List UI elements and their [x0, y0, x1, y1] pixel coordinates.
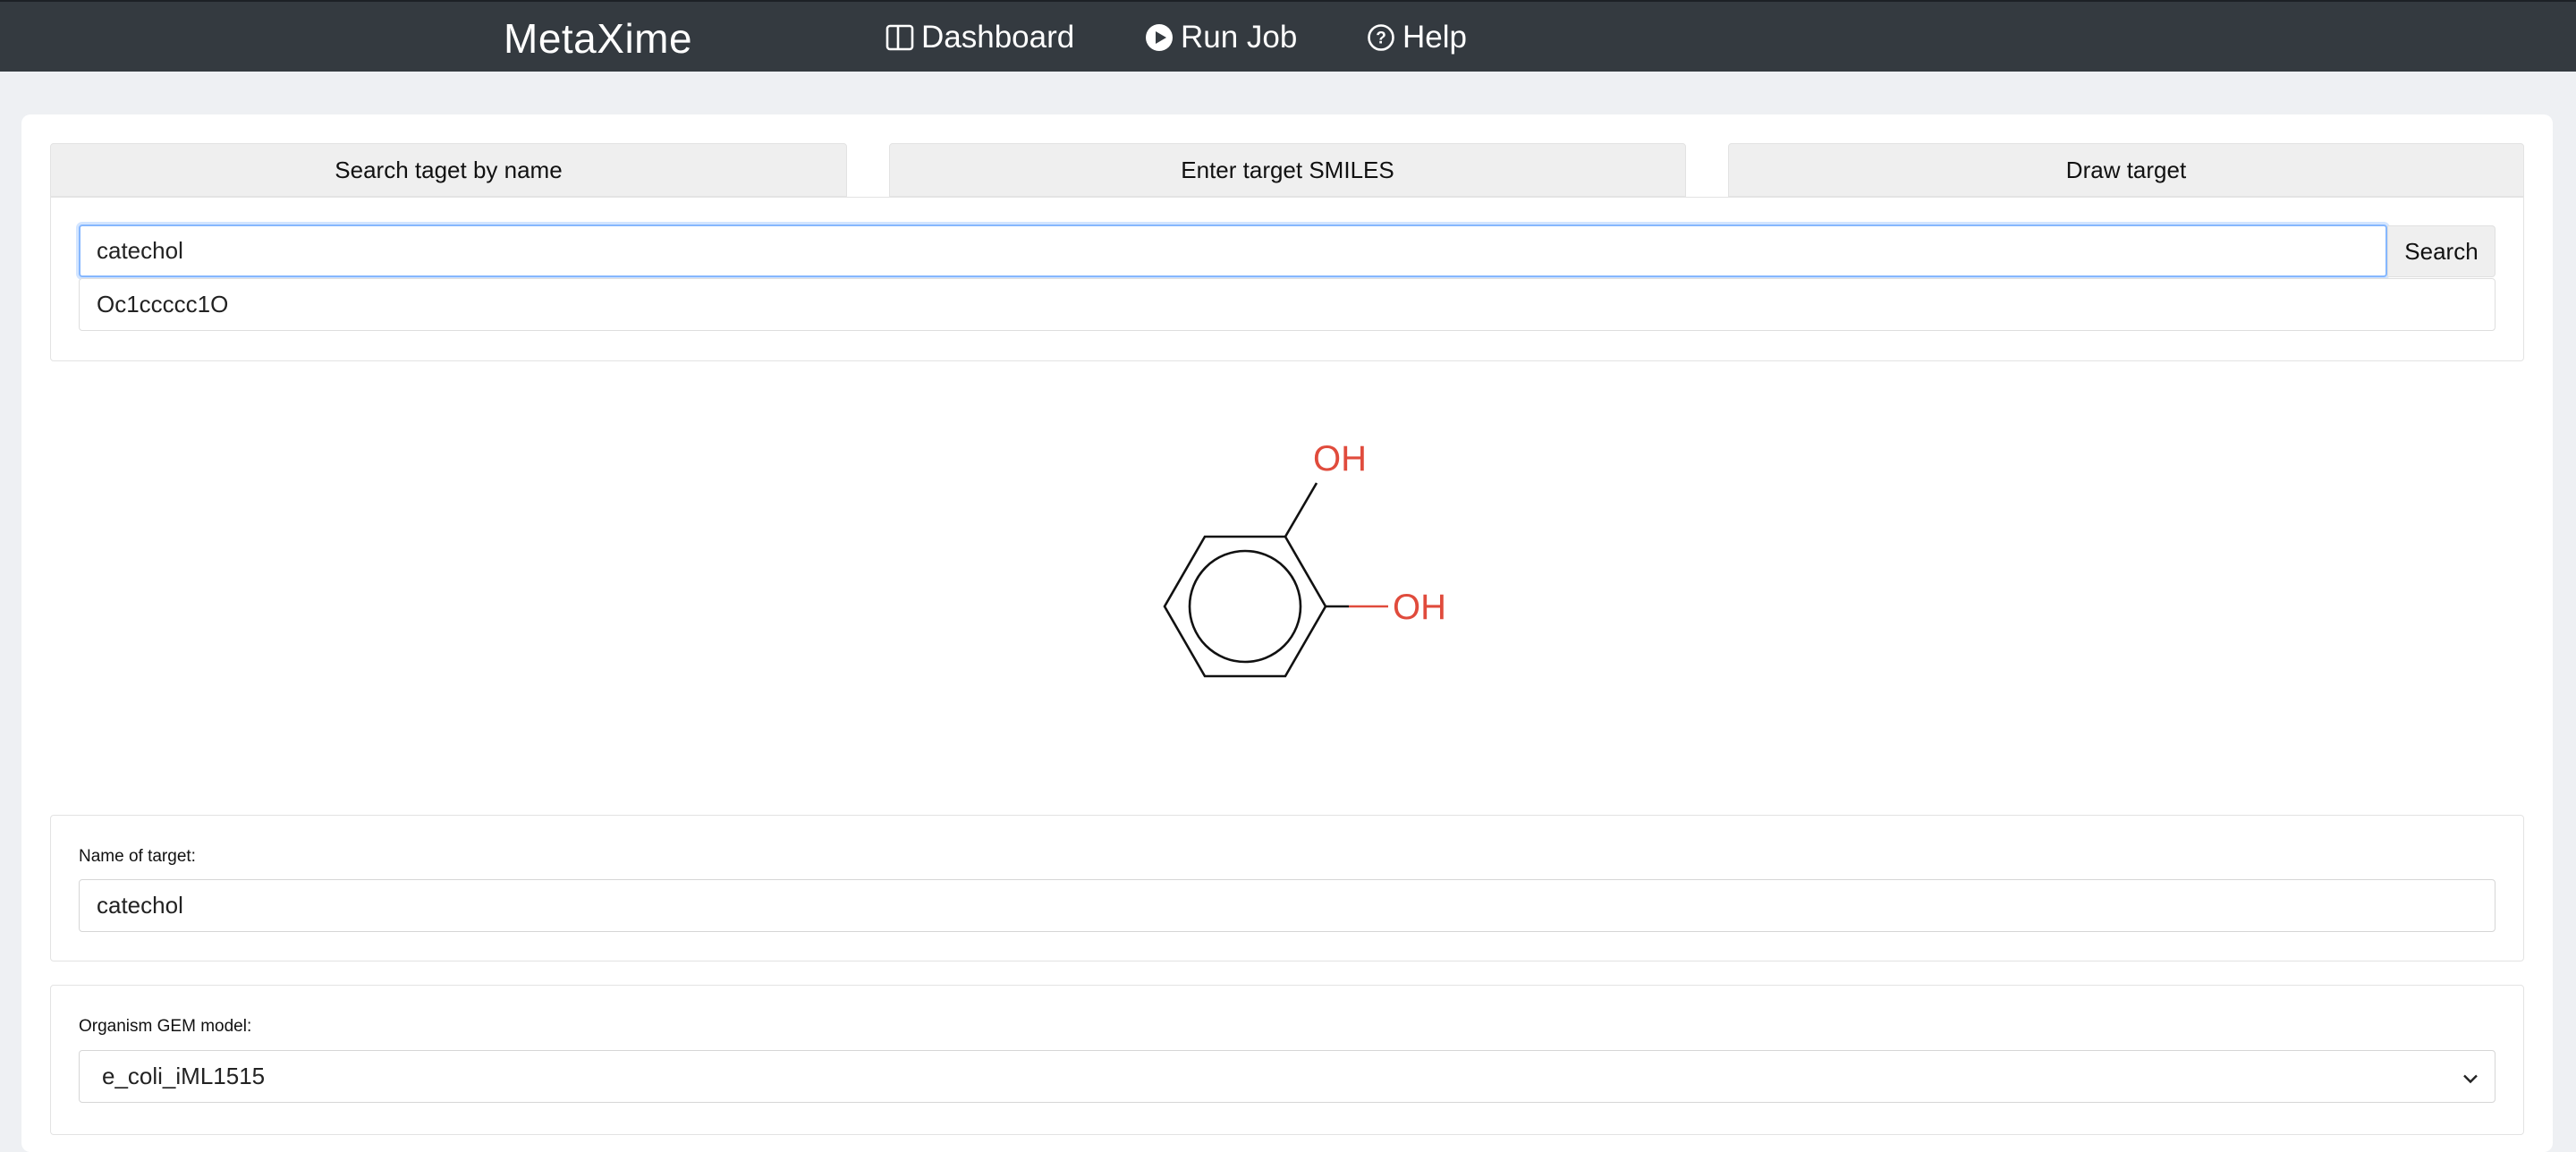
tab-search-by-name[interactable]: Search taget by name	[50, 143, 847, 197]
organism-select-value: e_coli_iML1515	[102, 1063, 266, 1089]
tab-enter-smiles[interactable]: Enter target SMILES	[889, 143, 1686, 197]
search-input[interactable]	[79, 224, 2387, 277]
organism-select[interactable]: e_coli_iML1515	[79, 1050, 2496, 1103]
nav-help[interactable]: ? Help	[1367, 18, 1467, 57]
target-name-label: Name of target:	[79, 847, 196, 866]
top-navbar: MetaXime Dashboard Run Job ? Help	[0, 0, 2576, 72]
play-circle-icon	[1145, 23, 1174, 52]
layout-icon	[886, 24, 914, 51]
search-button[interactable]: Search	[2387, 225, 2496, 277]
tab-draw-target[interactable]: Draw target	[1728, 143, 2524, 197]
question-circle-icon: ?	[1367, 23, 1395, 52]
brand-logo[interactable]: MetaXime	[504, 14, 692, 63]
hydroxyl-label-right: OH	[1393, 588, 1446, 627]
nav-run-job-label: Run Job	[1181, 20, 1298, 55]
smiles-result-item[interactable]: Oc1ccccc1O	[79, 278, 2496, 331]
chevron-down-icon	[2462, 1063, 2479, 1090]
nav-run-job[interactable]: Run Job	[1145, 18, 1297, 57]
nav-help-label: Help	[1402, 20, 1467, 55]
target-name-field[interactable]: catechol	[79, 879, 2496, 932]
organism-label: Organism GEM model:	[79, 1017, 252, 1036]
svg-text:?: ?	[1376, 30, 1386, 48]
nav-dashboard-label: Dashboard	[921, 20, 1075, 55]
molecule-structure: OH OH	[1154, 438, 1458, 689]
nav-dashboard[interactable]: Dashboard	[886, 18, 1074, 57]
hydroxyl-label-top: OH	[1313, 439, 1367, 479]
